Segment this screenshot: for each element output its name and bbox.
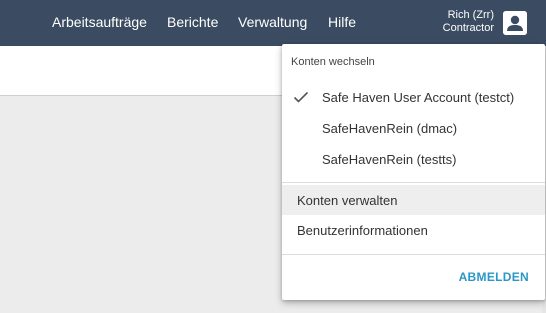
user-avatar-icon[interactable] (503, 11, 527, 35)
nav-item-help[interactable]: Hilfe (328, 14, 356, 30)
menu-divider (282, 254, 545, 255)
action-label: Benutzerinformationen (297, 223, 428, 238)
nav-item-work-orders[interactable]: Arbeitsaufträge (52, 14, 147, 30)
account-label: SafeHavenRein (dmac) (322, 121, 458, 136)
account-option-testct[interactable]: Safe Haven User Account (testct) (282, 82, 545, 112)
account-label: SafeHavenRein (testts) (322, 152, 457, 167)
account-switch-menu: Konten wechseln Safe Haven User Account … (282, 44, 545, 300)
logout-button[interactable]: ABMELDEN (459, 270, 529, 284)
top-navigation-bar: Arbeitsaufträge Berichte Verwaltung Hilf… (0, 0, 546, 46)
user-info[interactable]: Rich (Zrr) Contractor (443, 9, 494, 35)
nav-item-administration[interactable]: Verwaltung (238, 14, 307, 30)
action-label: Konten verwalten (297, 193, 398, 208)
menu-header: Konten wechseln (291, 56, 375, 68)
account-label: Safe Haven User Account (testct) (322, 90, 515, 105)
account-option-testts[interactable]: SafeHavenRein (testts) (282, 144, 545, 174)
account-option-dmac[interactable]: SafeHavenRein (dmac) (282, 113, 545, 143)
user-role: Contractor (442, 22, 494, 34)
checkmark-icon (293, 90, 309, 107)
user-information-item[interactable]: Benutzerinformationen (282, 215, 545, 245)
menu-divider (282, 182, 545, 183)
manage-accounts-item[interactable]: Konten verwalten (282, 185, 545, 215)
user-name: Rich (Zrr) (447, 9, 494, 21)
nav-item-reports[interactable]: Berichte (167, 14, 218, 30)
